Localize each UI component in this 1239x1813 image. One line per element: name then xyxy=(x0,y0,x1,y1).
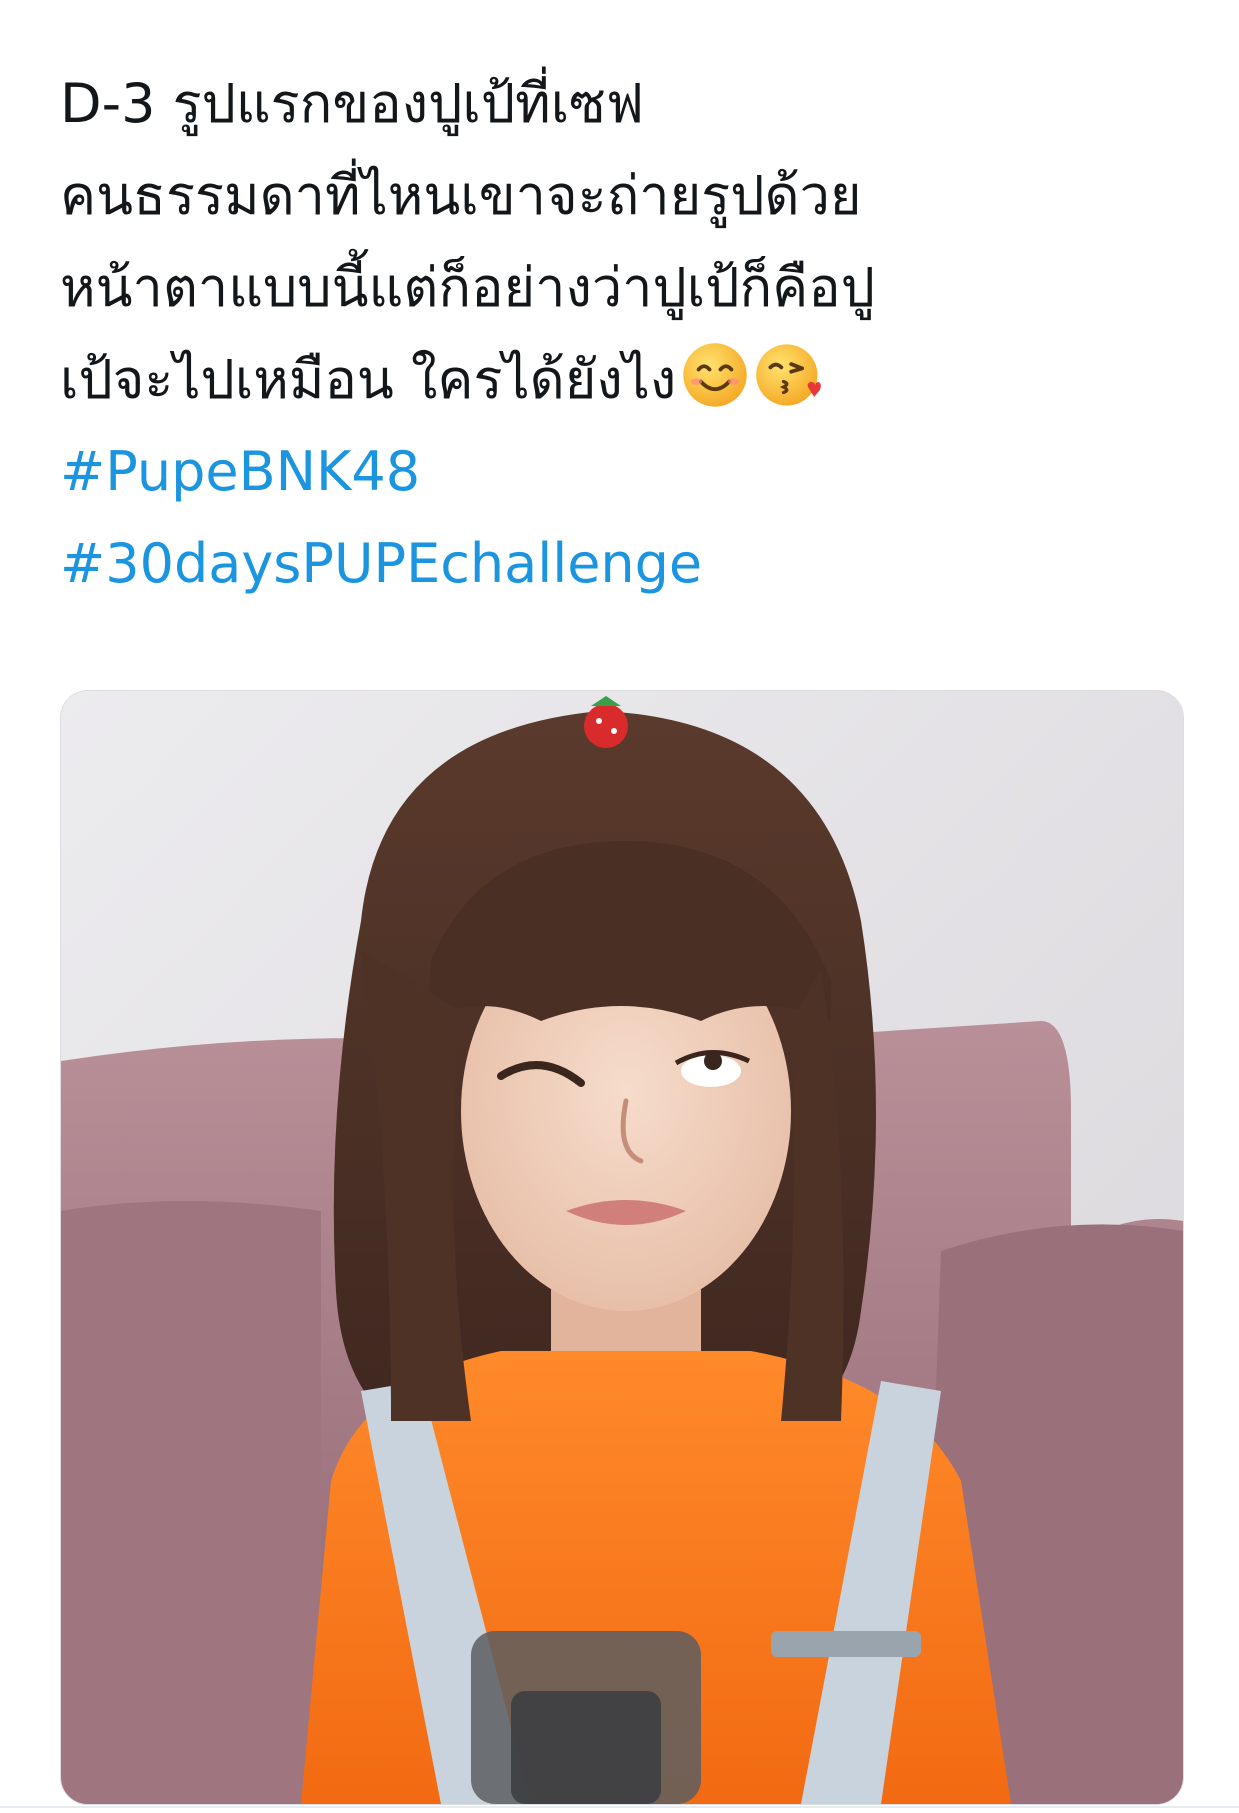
hashtag-pupebnk48[interactable]: #PupeBNK48 xyxy=(60,426,1180,518)
tweet-line: D-3 รูปแรกของปูเป้ที่เซฟ xyxy=(60,72,645,135)
divider xyxy=(0,1806,1239,1808)
smiling-face-icon xyxy=(683,343,747,407)
tweet-line: คนธรรมดาที่ไหนเขาจะถ่ายรูปด้วย xyxy=(60,164,862,227)
face-blowing-kiss-icon xyxy=(756,344,822,406)
tweet-photo[interactable] xyxy=(60,690,1184,1805)
tweet-line-text: เป้จะไปเหมือน ใครได้ยังไง xyxy=(60,348,677,411)
tweet-text: D-3 รูปแรกของปูเป้ที่เซฟ คนธรรมดาที่ไหนเ… xyxy=(60,58,1180,610)
hashtag-30dayspupechallenge[interactable]: #30daysPUPEchallenge xyxy=(60,518,1180,610)
tweet-line-last: เป้จะไปเหมือน ใครได้ยังไง xyxy=(60,334,1180,426)
tweet-line: หน้าตาแบบนี้แต่ก็อย่างว่าปูเป้ก็คือปู xyxy=(60,256,876,319)
photo-illustration xyxy=(61,691,1183,1804)
